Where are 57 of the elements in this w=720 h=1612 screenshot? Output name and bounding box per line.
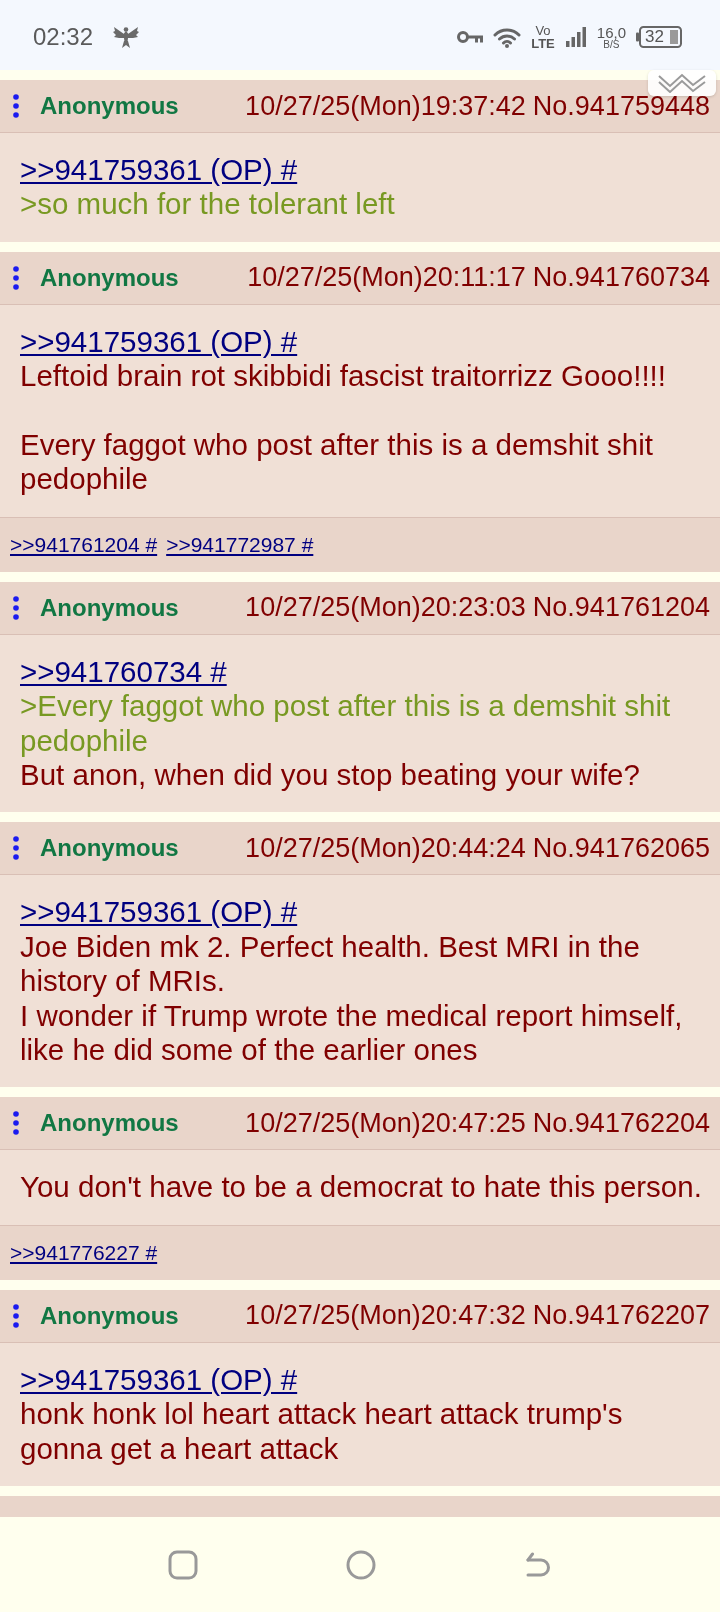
post-datetime: 10/27/25(Mon)20:44:24: [245, 832, 526, 864]
post-number: No.941762065: [532, 832, 710, 864]
bird-icon: [113, 25, 140, 49]
double-zigzag-icon: [658, 73, 706, 93]
post-number: No.941759448: [532, 90, 710, 122]
post-text: I wonder if Trump wrote the medical report himself, like he did some of the earlier ones: [20, 998, 684, 1068]
post-datetime: 10/27/25(Mon)20:23:03: [245, 592, 526, 624]
post-number: No.941761204: [532, 592, 710, 624]
rounded-square-icon[interactable]: [168, 1549, 198, 1580]
menu-icon[interactable]: [12, 1110, 20, 1137]
lte-text: LTE: [531, 37, 555, 50]
poster-name: Anonymous: [40, 834, 179, 863]
quote-link[interactable]: >>941759361 (OP) #: [20, 1362, 298, 1396]
quote-link[interactable]: >>941760734 #: [20, 654, 227, 688]
quote-link[interactable]: >>941759361 (OP) #: [20, 895, 298, 929]
volte-text: Vo: [535, 24, 551, 37]
poster-name: Anonymous: [40, 593, 179, 622]
quote-link[interactable]: >>941759361 (OP) #: [20, 153, 298, 186]
poster-name: Anonymous: [40, 92, 179, 120]
key-icon: [457, 30, 484, 44]
battery-icon: [636, 26, 682, 48]
menu-icon[interactable]: [12, 1302, 20, 1329]
quote-link[interactable]: >>941759361 (OP) #: [20, 324, 298, 358]
post-number: No.941762207: [532, 1300, 710, 1332]
menu-icon[interactable]: [12, 93, 20, 119]
post-number: No.941762204: [532, 1108, 710, 1139]
post-datetime: 10/27/25(Mon)20:47:25: [245, 1108, 526, 1139]
menu-icon[interactable]: [12, 594, 20, 621]
poster-name: Anonymous: [40, 1109, 179, 1138]
post-text: Every faggot who post after this is a demshit shit pedophile: [20, 428, 654, 497]
post-datetime: 10/27/25(Mon)20:47:32: [245, 1300, 526, 1332]
poster-name: Anonymous: [40, 1301, 179, 1330]
reply-link[interactable]: >>941776227 #: [10, 1240, 158, 1265]
scroll-button[interactable]: [648, 70, 716, 96]
circle-icon[interactable]: [346, 1549, 376, 1580]
post-datetime: 10/27/25(Mon)20:11:17: [247, 262, 526, 294]
menu-icon[interactable]: [12, 835, 20, 862]
back-arrow-icon[interactable]: [524, 1551, 552, 1578]
greentext-line: >Every faggot who post after this is a demshit shit pedophile: [20, 689, 672, 759]
post-text: Joe Biden mk 2. Perfect health. Best MRI in the history of MRIs.: [20, 929, 641, 999]
wifi-icon: [493, 26, 522, 48]
post-datetime: 10/27/25(Mon)19:37:42: [245, 90, 526, 122]
post-text: You don't have to be a democrat to hate this person.: [20, 1170, 703, 1205]
signal-icon: [564, 27, 587, 47]
menu-icon[interactable]: [12, 264, 20, 291]
post-text: honk honk lol heart attack heart attack trump's gonna get a heart attack: [20, 1397, 624, 1467]
battery-percent: 32: [645, 28, 664, 46]
reply-link[interactable]: >>941772987 #: [166, 532, 314, 557]
reply-link[interactable]: >>941761204 #: [10, 532, 158, 557]
post-number: No.941760734: [532, 262, 710, 294]
poster-name: Anonymous: [40, 263, 179, 292]
data-speed: 16,0: [596, 24, 626, 40]
greentext-line: >so much for the tolerant left: [20, 187, 396, 222]
speed-unit: B/S: [603, 39, 620, 50]
status-time: 02:32: [33, 23, 94, 51]
post-text: Leftoid brain rot skibbidi fascist traitorrizz Gooo!!!!: [20, 359, 667, 394]
post-text: But anon, when did you stop beating your wife?: [20, 758, 641, 793]
